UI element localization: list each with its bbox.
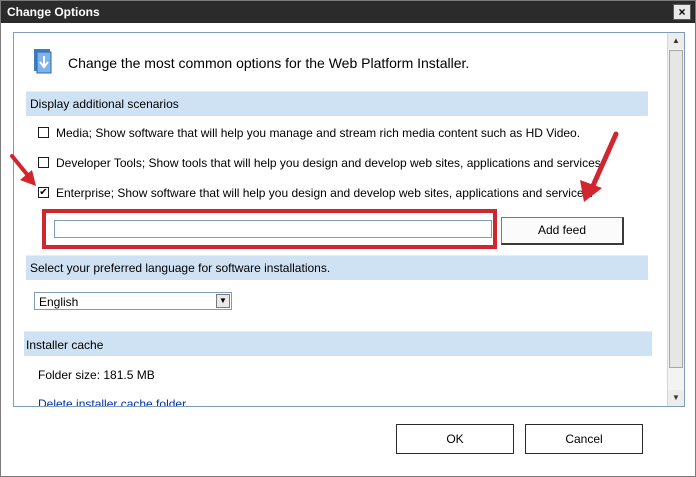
annotation-arrow-right-icon: [580, 131, 619, 202]
section-scenarios: Display additional scenarios: [26, 91, 648, 116]
window-title: Change Options: [7, 5, 100, 19]
scroll-down-icon[interactable]: ▼: [668, 390, 684, 406]
enterprise-label: Enterprise; Show software that will help…: [56, 186, 593, 200]
installer-icon: [34, 49, 52, 74]
vertical-scrollbar[interactable]: ▲ ▼: [667, 33, 684, 406]
cancel-button[interactable]: Cancel: [525, 424, 643, 454]
scroll-thumb[interactable]: [669, 50, 683, 368]
section-language: Select your preferred language for softw…: [26, 255, 648, 280]
title-bar: Change Options ×: [1, 1, 695, 23]
options-scroll-panel: Change the most common options for the W…: [13, 32, 685, 407]
language-select[interactable]: English ▼: [34, 292, 232, 310]
ok-button[interactable]: OK: [396, 424, 514, 454]
close-button[interactable]: ×: [673, 4, 691, 20]
media-label: Media; Show software that will help you …: [56, 126, 581, 140]
section-cache-title: Installer cache: [26, 338, 104, 352]
developer-tools-label: Developer Tools; Show tools that will he…: [56, 156, 605, 170]
annotation-highlight-box: [42, 209, 497, 249]
delete-cache-link[interactable]: Delete installer cache folder: [38, 397, 186, 406]
scroll-up-icon[interactable]: ▲: [668, 33, 684, 49]
media-checkbox[interactable]: [38, 127, 49, 138]
section-cache: Installer cache: [24, 331, 652, 356]
section-language-title: Select your preferred language for softw…: [30, 261, 331, 275]
add-feed-button[interactable]: Add feed: [501, 217, 624, 245]
header-text: Change the most common options for the W…: [68, 55, 470, 71]
change-options-dialog: Change Options × Change the most common …: [0, 0, 696, 477]
folder-size-text: Folder size: 181.5 MB: [38, 368, 155, 382]
chevron-down-icon[interactable]: ▼: [216, 294, 230, 308]
annotation-arrow-left-icon: [10, 154, 36, 186]
language-select-value: English: [39, 295, 79, 309]
section-scenarios-title: Display additional scenarios: [30, 97, 179, 111]
